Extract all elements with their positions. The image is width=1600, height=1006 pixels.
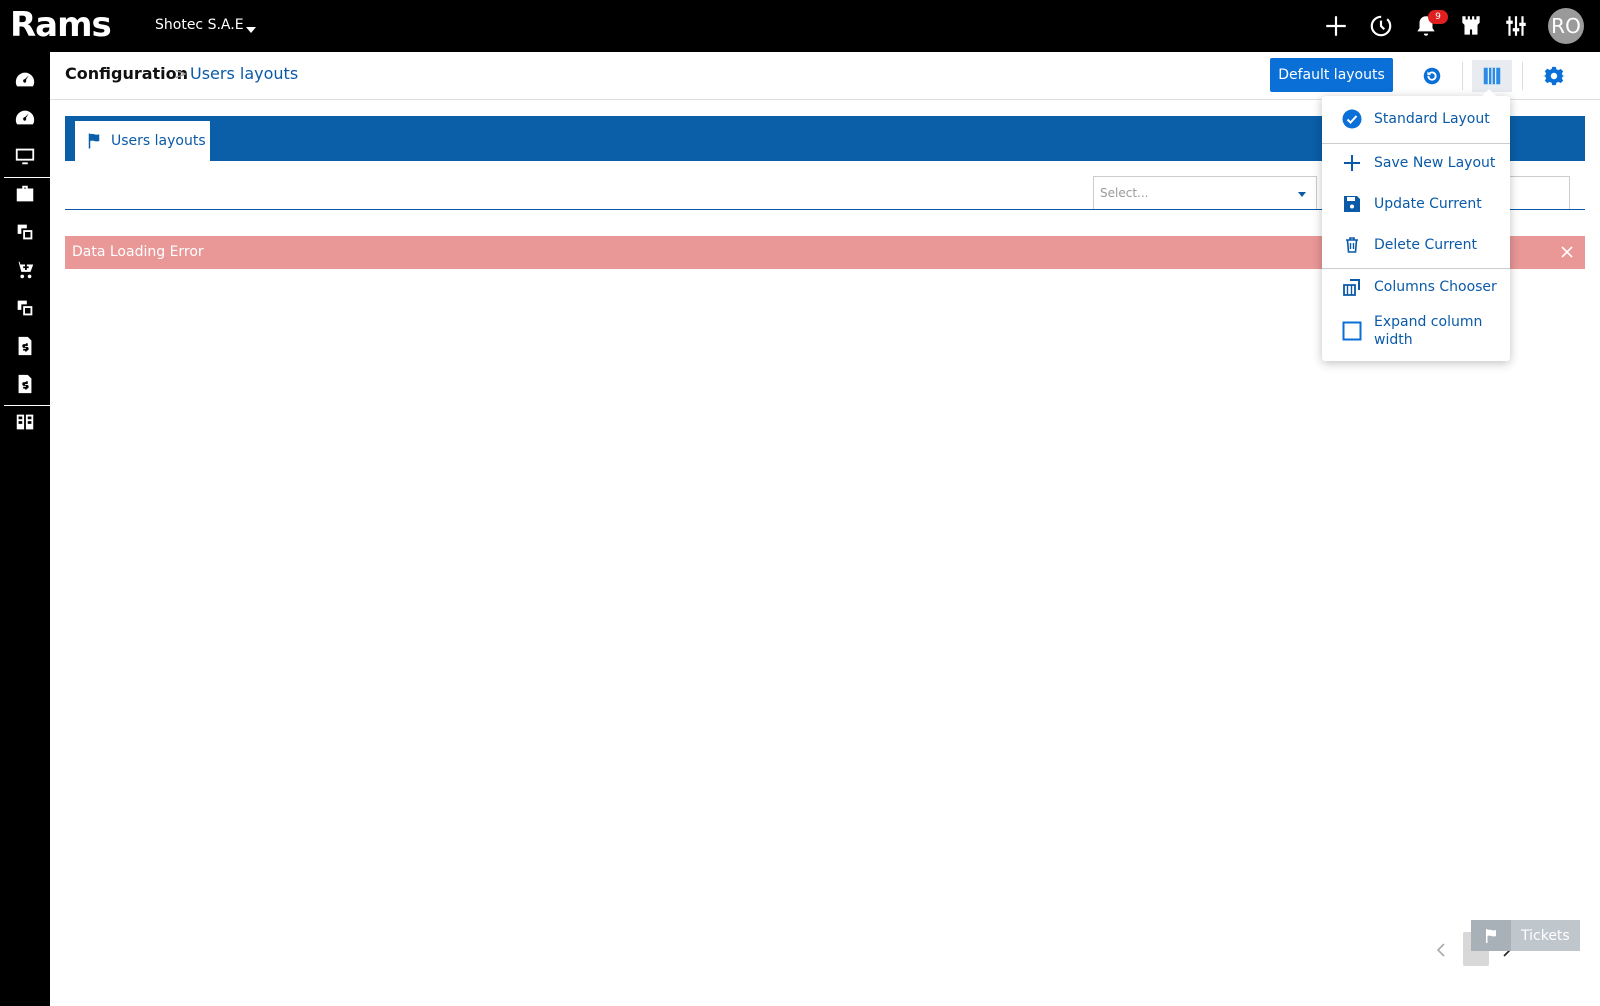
layout-select[interactable]: Select... (1093, 176, 1317, 210)
select-placeholder: Select... (1100, 186, 1149, 200)
sidebar-item-invoice[interactable] (0, 328, 50, 364)
tab-users-layouts[interactable]: Users layouts (75, 121, 210, 161)
app-logo[interactable]: Rams (10, 4, 112, 46)
checkbox-icon (1342, 321, 1362, 341)
layout-icon (16, 414, 34, 430)
layout-menu: Standard Layout Save New Layout Update C… (1322, 89, 1510, 361)
avatar[interactable]: RO (1548, 8, 1584, 44)
default-layouts-button[interactable]: Default layouts (1270, 58, 1393, 92)
modules-icon (17, 300, 33, 316)
menu-item-update-current[interactable]: Update Current (1322, 193, 1510, 215)
sidebar-item-layout[interactable] (0, 404, 50, 440)
gear-icon[interactable] (1540, 62, 1568, 90)
refresh-icon[interactable] (1418, 62, 1446, 90)
sidebar-item-modules-2[interactable] (0, 290, 50, 326)
trash-icon (1346, 237, 1358, 253)
pager-prev-button[interactable] (1432, 940, 1450, 960)
menu-item-expand-column-width[interactable]: Expand column width (1322, 312, 1510, 350)
page-title: Users layouts (190, 64, 299, 83)
chevron-down-icon (1298, 192, 1306, 197)
invoice-icon (18, 374, 32, 394)
top-bar: Rams Shotec S.A.E 9 RO (0, 0, 1600, 52)
header-divider (1522, 62, 1523, 90)
dashboard-icon (15, 72, 35, 87)
sliders-icon[interactable] (1501, 11, 1531, 41)
sidebar-item-modules[interactable] (0, 214, 50, 250)
breadcrumb-separator: > (174, 64, 188, 83)
sidebar-item-invoice-2[interactable] (0, 366, 50, 402)
menu-divider (1322, 143, 1510, 144)
save-icon (1344, 196, 1360, 212)
close-icon[interactable] (1557, 242, 1577, 262)
modules-icon (17, 224, 33, 240)
cart-icon (15, 261, 34, 279)
header-divider (1462, 62, 1463, 90)
columns-icon (1343, 279, 1360, 296)
invoice-icon (18, 336, 32, 356)
sidebar-item-dashboard[interactable] (0, 62, 50, 98)
menu-divider (1322, 268, 1510, 269)
chevron-down-icon[interactable] (246, 27, 256, 33)
check-circle-icon (1342, 109, 1362, 129)
menu-item-save-new-layout[interactable]: Save New Layout (1322, 152, 1510, 174)
sidebar-item-monitor[interactable] (0, 138, 50, 174)
menu-item-standard-layout[interactable]: Standard Layout (1322, 108, 1510, 130)
company-selector[interactable]: Shotec S.A.E (155, 17, 244, 33)
flag-icon (1471, 920, 1511, 951)
sidebar-item-dashboard-2[interactable] (0, 100, 50, 136)
menu-item-delete-current[interactable]: Delete Current (1322, 234, 1510, 256)
tab-label: Users layouts (111, 133, 206, 149)
breadcrumb-root[interactable]: Configuration (65, 64, 188, 83)
monitor-icon (15, 148, 35, 165)
error-message: Data Loading Error (72, 244, 204, 260)
search-input[interactable] (1500, 176, 1570, 210)
notification-badge: 9 (1428, 10, 1448, 24)
briefcase-icon (16, 185, 34, 202)
plus-icon[interactable] (1321, 11, 1351, 41)
plus-icon (1344, 155, 1360, 171)
tickets-widget[interactable]: Tickets (1471, 920, 1580, 951)
castle-icon[interactable] (1456, 11, 1486, 41)
columns-layout-icon[interactable] (1472, 60, 1512, 92)
flag-icon (88, 133, 100, 149)
sidebar-item-briefcase[interactable] (0, 176, 50, 212)
history-icon[interactable] (1366, 11, 1396, 41)
tickets-label: Tickets (1521, 927, 1570, 944)
sidebar-item-cart[interactable] (0, 252, 50, 288)
dashboard-icon (15, 110, 35, 125)
page-header: Configuration > Users layouts Default la… (50, 52, 1600, 100)
chevron-left-icon (1436, 943, 1445, 957)
menu-item-columns-chooser[interactable]: Columns Chooser (1322, 276, 1510, 298)
sidebar (0, 52, 50, 1006)
